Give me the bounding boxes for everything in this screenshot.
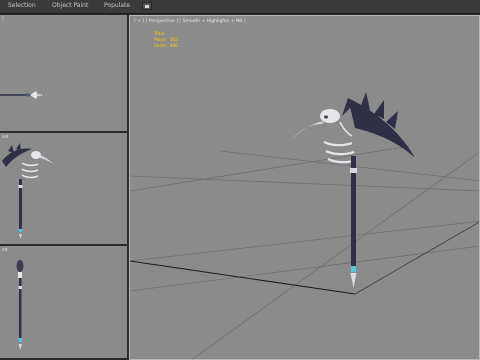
viewport-separator[interactable] (0, 244, 127, 246)
viewport-top[interactable]: ] (0, 15, 127, 131)
viewport-left[interactable]: eft (0, 246, 127, 358)
scythe-front-view (2, 143, 54, 239)
viewport-perspective[interactable]: [ + ] [ Perspective ] [ Smooth + Highlig… (129, 15, 480, 360)
viewport-perspective-label[interactable]: [ + ] [ Perspective ] [ Smooth + Highlig… (134, 19, 246, 24)
ground-grid (130, 145, 479, 359)
perspective-scene (130, 92, 479, 359)
flag-dropdown-icon[interactable] (142, 2, 152, 10)
scythe-model (292, 92, 415, 288)
stats-verts-label: Verts: (154, 44, 167, 49)
scythe-top-view (0, 91, 48, 99)
tab-selection[interactable]: Selection (8, 2, 36, 9)
scythe-left-view (16, 260, 24, 350)
stats-polys-value: 582 (169, 38, 179, 43)
tab-populate[interactable]: Populate (104, 2, 130, 9)
stats-overlay: Total Polys: 582 Verts: 480 (154, 32, 178, 50)
viewport-front[interactable]: ont (0, 133, 127, 244)
stats-verts-value: 480 (169, 44, 179, 49)
viewport-separator[interactable] (0, 131, 127, 133)
ribbon-tabs-bar: Selection Object Paint Populate (0, 0, 480, 14)
stats-verts-row: Verts: 480 (154, 44, 178, 50)
tab-object-paint[interactable]: Object Paint (52, 2, 88, 9)
